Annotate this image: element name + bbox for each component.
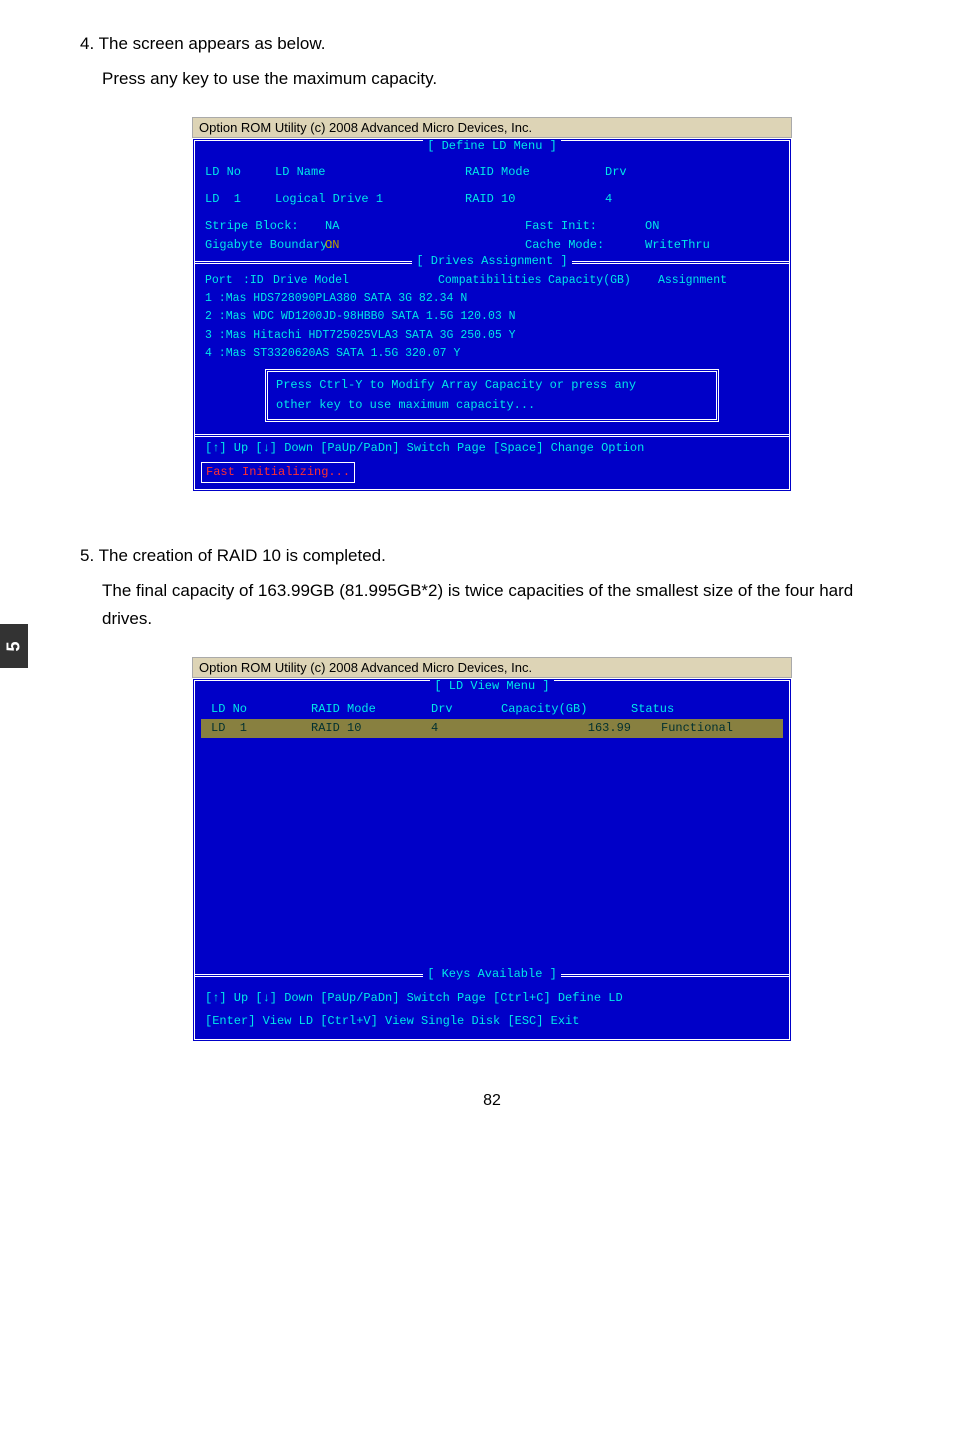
col-port: Port [205, 272, 243, 290]
step5-heading: 5. The creation of RAID 10 is completed. [80, 542, 904, 569]
cache-val: WriteThru [645, 236, 710, 255]
drive-row-4: 4 :Mas ST3320620AS SATA 1.5G 320.07 Y [205, 345, 779, 363]
bios1-menu-title: [ Define LD Menu ] [423, 139, 561, 153]
col-assign: Assignment [658, 272, 727, 290]
ld1-status: Functional [661, 719, 733, 738]
modal-box: Press Ctrl-Y to Modify Array Capacity or… [265, 369, 719, 421]
drive-row-3: 3 :Mas Hitachi HDT725025VLA3 SATA 3G 250… [205, 327, 779, 345]
col2-status: Status [631, 700, 674, 719]
drive-row-2: 2 :Mas WDC WD1200JD-98HBB0 SATA 1.5G 120… [205, 308, 779, 326]
col-model: Drive Model [273, 272, 438, 290]
modal-line1: Press Ctrl-Y to Modify Array Capacity or… [276, 376, 708, 395]
col2-drv: Drv [431, 700, 501, 719]
modal-line2: other key to use maximum capacity... [276, 396, 708, 415]
step4-heading: 4. The screen appears as below. [80, 30, 904, 57]
col-drv: Drv [605, 163, 627, 182]
bios1-title: Option ROM Utility (c) 2008 Advanced Mic… [192, 117, 792, 138]
fast-val: ON [645, 217, 659, 236]
col-ldno: LD No [205, 163, 275, 182]
bios-screenshot-define-ld: Option ROM Utility (c) 2008 Advanced Mic… [192, 117, 792, 492]
gig-val: ON [325, 236, 525, 255]
cache-label: Cache Mode: [525, 236, 645, 255]
step4-sub: Press any key to use the maximum capacit… [102, 65, 904, 92]
col2-ldno: LD No [211, 700, 311, 719]
ld1-cap: 163.99 [501, 719, 661, 738]
ld1-no: LD 1 [211, 719, 311, 738]
chapter-tab: 5 [0, 624, 28, 668]
ld1-drv: 4 [431, 719, 501, 738]
col2-cap: Capacity(GB) [501, 700, 631, 719]
col-compat: Compatibilities [438, 272, 548, 290]
bios2-menu-title: [ LD View Menu ] [430, 679, 553, 693]
fast-label: Fast Init: [525, 217, 645, 236]
ld1-mode: RAID 10 [311, 719, 431, 738]
val-drv: 4 [605, 190, 612, 209]
step5-sub: The final capacity of 163.99GB (81.995GB… [102, 577, 904, 631]
bios2-title: Option ROM Utility (c) 2008 Advanced Mic… [192, 657, 792, 678]
col-cap: Capacity(GB) [548, 272, 658, 290]
ld-row-selected: LD 1 RAID 10 4 163.99 Functional [201, 719, 783, 738]
stripe-val: NA [325, 217, 525, 236]
bios2-keys2: [Enter] View LD [Ctrl+V] View Single Dis… [195, 1010, 789, 1039]
col-id: :ID [243, 272, 273, 290]
bios-screenshot-ld-view: Option ROM Utility (c) 2008 Advanced Mic… [192, 657, 792, 1042]
page-number: 82 [80, 1092, 904, 1110]
bios1-status: Fast Initializing... [201, 462, 355, 483]
bios1-keys: [↑] Up [↓] Down [PaUp/PaDn] Switch Page … [195, 437, 789, 460]
stripe-label: Stripe Block: [205, 217, 325, 236]
col-ldname: LD Name [275, 163, 465, 182]
bios2-keys1: [↑] Up [↓] Down [PaUp/PaDn] Switch Page … [195, 985, 789, 1010]
val-raidmode: RAID 10 [465, 190, 605, 209]
col2-raidmode: RAID Mode [311, 700, 431, 719]
val-ldno: LD 1 [205, 190, 275, 209]
gig-label: Gigabyte Boundary: [205, 236, 325, 255]
val-ldname: Logical Drive 1 [275, 190, 465, 209]
col-raidmode: RAID Mode [465, 163, 605, 182]
drive-row-1: 1 :Mas HDS728090PLA380 SATA 3G 82.34 N [205, 290, 779, 308]
